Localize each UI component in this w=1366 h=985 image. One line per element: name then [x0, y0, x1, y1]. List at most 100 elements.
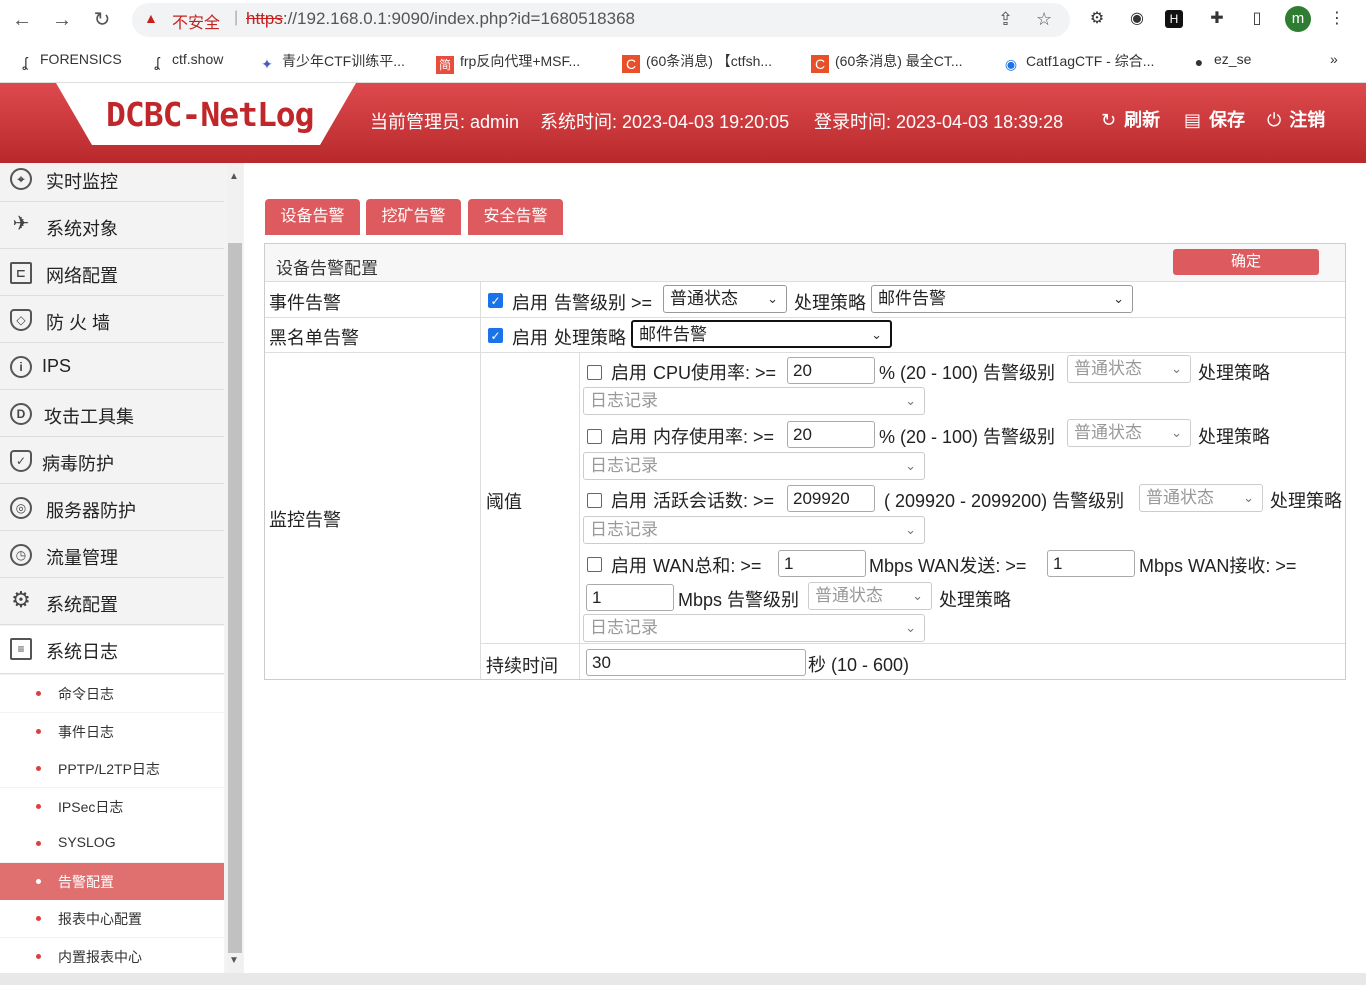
- scroll-thumb[interactable]: [228, 243, 242, 953]
- bookmark-item[interactable]: ʆ FORENSICS: [16, 51, 122, 71]
- sidebar-item-traffic[interactable]: ◷ 流量管理: [0, 532, 224, 578]
- submenu-ipsec-log[interactable]: IPSec日志: [0, 788, 224, 825]
- submenu-pptp-log[interactable]: PPTP/L2TP日志: [0, 750, 224, 787]
- bullet: [36, 841, 41, 846]
- event-alarm-policy-select[interactable]: 邮件告警 ⌄: [871, 285, 1133, 313]
- bookmark-item[interactable]: 简 frp反向代理+MSF...: [436, 51, 580, 74]
- sidebar-item-antivirus[interactable]: ✓ 病毒防护: [0, 438, 224, 484]
- bookmark-more-icon[interactable]: »: [1330, 51, 1338, 67]
- wan-recv-input[interactable]: 1: [586, 584, 674, 611]
- submenu-event-log[interactable]: 事件日志: [0, 713, 224, 750]
- bookmark-item[interactable]: C (60条消息) 【ctfsh...: [622, 51, 772, 73]
- bookmark-item[interactable]: ◉ Catf1agCTF - 综合...: [1002, 51, 1154, 73]
- session-checkbox[interactable]: [587, 493, 602, 508]
- session-input[interactable]: 209920: [787, 485, 875, 512]
- divider: [265, 317, 1345, 318]
- session-policy-select[interactable]: 日志记录 ⌄: [583, 516, 925, 544]
- cpu-level-select[interactable]: 普通状态 ⌄: [1067, 355, 1191, 383]
- reload-icon[interactable]: ↻: [88, 6, 116, 34]
- submenu-syslog[interactable]: SYSLOG: [0, 825, 224, 862]
- scroll-up-icon[interactable]: ▲: [229, 171, 239, 182]
- session-level-select[interactable]: 普通状态 ⌄: [1139, 484, 1263, 512]
- mem-checkbox[interactable]: [587, 429, 602, 444]
- wan-policy-select[interactable]: 日志记录 ⌄: [583, 614, 925, 642]
- cpu-checkbox[interactable]: [587, 365, 602, 380]
- submenu-builtin-report[interactable]: 内置报表中心: [0, 938, 224, 973]
- event-alarm-level-label: 告警级别 >=: [554, 293, 653, 313]
- session-label: 活跃会话数: >=: [653, 491, 775, 511]
- scroll-down-icon[interactable]: ▼: [229, 955, 239, 966]
- sidebar-item-firewall[interactable]: ◇ 防 火 墙: [0, 297, 224, 343]
- mem-level-select[interactable]: 普通状态 ⌄: [1067, 419, 1191, 447]
- back-icon[interactable]: ←: [8, 6, 36, 34]
- wan-enable-label: 启用: [611, 556, 647, 576]
- d-circle-icon: D: [10, 403, 32, 425]
- blacklist-alarm-policy-select[interactable]: 邮件告警 ⌄: [631, 320, 892, 348]
- bookmark-item[interactable]: ʆ ctf.show: [148, 51, 224, 71]
- extension-icon[interactable]: ◉: [1125, 7, 1149, 31]
- sidebar-item-system-objects[interactable]: ✈ 系统对象: [0, 203, 224, 249]
- panel-title: 设备告警配置: [276, 259, 378, 278]
- blacklist-alarm-enable-label: 启用: [512, 328, 548, 348]
- side-panel-icon[interactable]: ▯: [1245, 7, 1269, 31]
- avatar[interactable]: m: [1285, 6, 1311, 32]
- tab-security-alarm[interactable]: 安全告警: [468, 199, 563, 235]
- menu-icon[interactable]: ⋮: [1325, 7, 1349, 31]
- sidebar-item-attack-tools[interactable]: D 攻击工具集: [0, 391, 224, 437]
- wan-send-input[interactable]: 1: [1047, 550, 1135, 577]
- extension-icon[interactable]: ⚙: [1085, 7, 1109, 31]
- event-alarm-level-select[interactable]: 普通状态 ⌄: [663, 285, 787, 313]
- bookmark-item[interactable]: ● ez_se: [1190, 51, 1252, 71]
- extension-h-icon[interactable]: H: [1165, 10, 1183, 28]
- blacklist-alarm-checkbox[interactable]: ✓: [488, 328, 503, 343]
- wan-total-input[interactable]: 1: [778, 550, 866, 577]
- session-enable-label: 启用: [611, 491, 647, 511]
- bookmark-item[interactable]: C (60条消息) 最全CT...: [811, 51, 963, 73]
- sidebar-item-system-config[interactable]: ⚙ 系统配置: [0, 579, 224, 625]
- url-text[interactable]: https://192.168.0.1:9090/index.php?id=16…: [246, 9, 635, 29]
- cpu-policy-label: 处理策略: [1198, 363, 1270, 383]
- address-bar[interactable]: ▲ 不安全 | https://192.168.0.1:9090/index.p…: [132, 3, 1070, 37]
- wan-checkbox[interactable]: [587, 557, 602, 572]
- duration-input[interactable]: 30: [586, 649, 806, 676]
- wan-level-select[interactable]: 普通状态 ⌄: [808, 582, 932, 610]
- cpu-policy-select[interactable]: 日志记录 ⌄: [583, 387, 925, 415]
- bullet: [36, 766, 41, 771]
- divider: [265, 352, 1345, 353]
- sidebar: ⌖ 实时监控 ✈ 系统对象 ⊏ 网络配置 ◇ 防 火 墙 i IPS D 攻击工具集 ✓ 病毒…: [0, 163, 244, 973]
- sidebar-item-system-log[interactable]: ≡ 系统日志: [0, 626, 224, 674]
- wan-send-label: Mbps WAN发送: >=: [869, 556, 1027, 576]
- submenu-report-config[interactable]: 报表中心配置: [0, 900, 224, 937]
- puzzle-icon[interactable]: ✚: [1205, 7, 1229, 31]
- logout-button[interactable]: ⏻ 注销: [1267, 106, 1325, 132]
- bookmark-item[interactable]: ✦ 青少年CTF训练平...: [258, 51, 405, 73]
- forward-icon[interactable]: →: [48, 6, 76, 34]
- submenu-command-log[interactable]: 命令日志: [0, 675, 224, 712]
- browser-chrome: ← → ↻ ▲ 不安全 | https://192.168.0.1:9090/i…: [0, 0, 1366, 83]
- chevron-down-icon: ⌄: [1171, 425, 1182, 440]
- bookmark-icon: ʆ: [22, 54, 28, 70]
- paper-plane-icon: ✈: [12, 213, 30, 235]
- event-alarm-checkbox[interactable]: ✓: [488, 293, 503, 308]
- star-icon[interactable]: ☆: [1036, 9, 1052, 30]
- info-icon: i: [10, 356, 32, 378]
- sidebar-item-realtime-monitor[interactable]: ⌖ 实时监控: [0, 163, 224, 202]
- mem-input[interactable]: 20: [787, 421, 875, 448]
- mem-policy-select[interactable]: 日志记录 ⌄: [583, 452, 925, 480]
- submenu-alarm-config[interactable]: 告警配置: [0, 863, 224, 900]
- cpu-input[interactable]: 20: [787, 357, 875, 384]
- tab-device-alarm[interactable]: 设备告警: [265, 199, 360, 235]
- save-button[interactable]: ▤ 保存: [1184, 106, 1245, 132]
- sidebar-scrollbar[interactable]: ▲ ▼: [227, 163, 243, 973]
- network-icon: ⊏: [10, 262, 32, 284]
- share-icon[interactable]: ⇪: [998, 9, 1013, 30]
- sidebar-item-server-protection[interactable]: ◎ 服务器防护: [0, 485, 224, 531]
- chevron-down-icon: ⌄: [1243, 490, 1254, 505]
- chevron-down-icon: ⌄: [905, 522, 916, 537]
- tab-mining-alarm[interactable]: 挖矿告警: [366, 199, 461, 235]
- refresh-button[interactable]: ↻ 刷新: [1101, 106, 1160, 132]
- sidebar-item-ips[interactable]: i IPS: [0, 344, 224, 390]
- gear-icon: ⚙: [11, 587, 31, 612]
- confirm-button[interactable]: 确定: [1173, 249, 1319, 275]
- sidebar-item-network-config[interactable]: ⊏ 网络配置: [0, 250, 224, 296]
